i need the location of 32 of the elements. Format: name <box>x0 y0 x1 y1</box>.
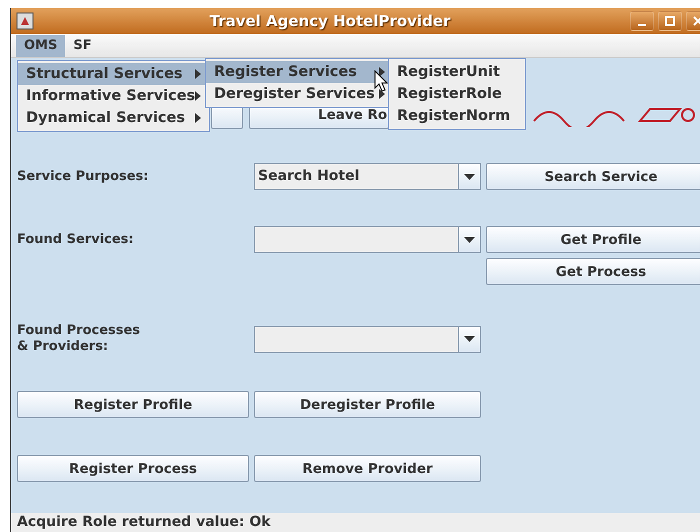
menu-item[interactable]: RegisterNorm <box>389 105 525 127</box>
app-icon <box>16 12 34 30</box>
process-button[interactable]: Remove Provider <box>254 455 481 482</box>
menu[interactable]: OMS <box>16 34 66 56</box>
menu-item[interactable]: Dynamical Services <box>18 107 209 129</box>
caret-icon <box>464 336 475 342</box>
minimize-icon <box>638 24 646 26</box>
maximize-icon <box>665 16 675 26</box>
get-process-button[interactable]: Get Process <box>486 258 700 285</box>
close-icon <box>693 16 700 26</box>
dropdown-button[interactable] <box>458 164 480 189</box>
field-label: Found Processes & Providers: <box>17 323 142 355</box>
dropdown-button[interactable] <box>458 326 480 352</box>
status-bar: Acquire Role returned value: Ok <box>11 513 700 532</box>
search-service-button[interactable]: Search Service <box>486 163 700 190</box>
get-profile-button[interactable]: Get Profile <box>486 226 700 253</box>
dropdown-button[interactable] <box>458 227 480 252</box>
minimize-button[interactable] <box>630 11 654 31</box>
field-label: Found Services: <box>17 232 135 248</box>
menu[interactable]: SF <box>65 34 100 56</box>
mouse-pointer-icon <box>374 70 388 92</box>
profile-button[interactable]: Deregister Profile <box>254 391 481 418</box>
field-label: Service Purposes: <box>17 168 150 184</box>
window-title: Travel Agency HotelProvider <box>208 12 452 30</box>
maximize-button[interactable] <box>658 11 682 31</box>
service-purpose-dropdown[interactable]: Search Hotel <box>254 163 481 190</box>
caret-icon <box>464 174 475 180</box>
process-button[interactable]: Register Process <box>17 455 249 482</box>
menu-item[interactable]: Informative Services <box>18 85 209 107</box>
profile-button[interactable]: Register Profile <box>17 391 249 418</box>
caret-icon <box>464 236 475 242</box>
menu-item[interactable]: RegisterRole <box>389 83 525 105</box>
